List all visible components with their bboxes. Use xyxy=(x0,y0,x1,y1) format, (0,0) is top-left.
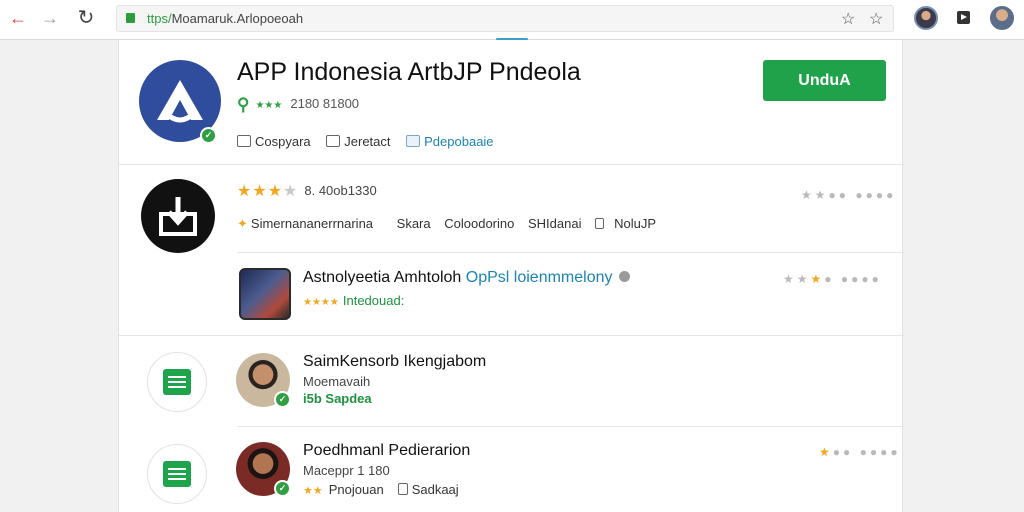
search-icon[interactable]: ⚲ xyxy=(237,95,249,114)
app-tags: Cospyara Jeretact Pdepobaaie xyxy=(237,134,506,149)
sheet-app-icon[interactable] xyxy=(147,352,207,412)
category-link[interactable]: NoluJP xyxy=(595,216,666,231)
install-button[interactable]: UnduA xyxy=(763,60,886,101)
rating-dots: ★●● ●●●● xyxy=(819,445,901,459)
address-bar[interactable]: ttps/Moamaruk.Arlopoeoah ☆ ☆ xyxy=(116,5,894,32)
tag-item[interactable]: Jeretact xyxy=(326,134,391,149)
reload-icon[interactable]: ↻ xyxy=(74,7,98,29)
app-listing-card: ✓ APP Indonesia ArtbJP Pndeola ⚲ ★★★ 2180 … xyxy=(118,40,904,512)
star-icon: ★★★ xyxy=(237,183,284,200)
lock-small-icon xyxy=(397,483,408,495)
download-glyph xyxy=(159,197,197,236)
browser-toolbar: ← → ↻ ttps/Moamaruk.Arlopoeoah ☆ ☆ xyxy=(0,0,1024,40)
row-title[interactable]: Astnolyeetia Amhtoloh OpPsl loienmmelony xyxy=(303,269,630,287)
arrow-right-icon[interactable]: → xyxy=(38,7,62,29)
app-meta-text: 2180 81800 xyxy=(290,96,360,111)
sheet-app-icon[interactable] xyxy=(147,444,207,504)
download-icon[interactable] xyxy=(141,179,215,253)
star-icon[interactable]: ☆ xyxy=(869,9,883,29)
rating-dots: ★★★● ●●●● xyxy=(783,272,882,286)
rating-dots: ★★●● ●●●● xyxy=(801,188,897,202)
star-icon: ★★ xyxy=(303,485,323,497)
tag-item[interactable]: Cospyara xyxy=(237,134,311,149)
verified-badge-icon: ✓ xyxy=(200,127,217,144)
doc-icon xyxy=(595,218,605,229)
divider xyxy=(119,164,904,165)
account-avatar-icon[interactable] xyxy=(990,6,1014,30)
row-green-text: i5b Sapdea xyxy=(303,391,372,406)
row-subtitle: Maceppr 1 180 xyxy=(303,463,390,478)
row-title[interactable]: Poedhmanl Pedierarion xyxy=(303,442,470,460)
app-title: APP Indonesia ArtbJP Pndeola xyxy=(237,58,581,86)
divider xyxy=(237,426,904,427)
url-text[interactable]: ttps/Moamaruk.Arlopoeoah xyxy=(147,11,303,26)
row-meta-b: Sadkaaj xyxy=(411,482,459,497)
category-label: Simernananerrnarina xyxy=(250,216,374,231)
chat-icon xyxy=(406,135,421,147)
tag-label: Pdepobaaie xyxy=(424,134,494,149)
row-title-link[interactable]: OpPsl loienmmelony xyxy=(466,269,613,286)
category-links: ✦ Simernananerrnarina Skara Coloodorino S… xyxy=(237,216,676,232)
divider xyxy=(237,252,904,253)
bullet-icon: ✦ xyxy=(237,216,248,231)
rating-row: ★★★★ 8. 40ob1330 xyxy=(237,181,377,201)
profile-avatar-icon[interactable] xyxy=(914,6,938,30)
category-link[interactable]: Coloodorino xyxy=(444,216,514,231)
row-meta-a: Pnojouan xyxy=(328,482,384,497)
rating-text: 8. 40ob1330 xyxy=(304,183,377,198)
category-link[interactable]: Skara xyxy=(397,216,431,231)
category-link[interactable]: ✦ Simernananerrnarina xyxy=(237,216,383,231)
verified-badge-icon: ✓ xyxy=(274,391,291,408)
app-thumbnail[interactable] xyxy=(239,268,291,320)
document-icon xyxy=(163,461,191,487)
app-logo-glyph xyxy=(157,80,203,123)
tag-label: Cospyara xyxy=(255,134,311,149)
row-meta: ★★ Pnojouan Sadkaaj xyxy=(303,482,459,497)
play-extension-icon[interactable] xyxy=(957,11,970,24)
info-icon[interactable] xyxy=(618,271,630,282)
rating-stars-icon: ★★★ xyxy=(255,100,283,111)
row-title-text: Astnolyeetia Amhtoloh xyxy=(303,269,462,286)
image-icon xyxy=(326,135,341,147)
tag-item[interactable]: Pdepobaaie xyxy=(406,134,494,149)
row-subtitle: Moemavaih xyxy=(303,374,371,389)
verified-badge-icon: ✓ xyxy=(274,480,291,497)
lock-icon xyxy=(126,13,135,23)
category-label: NoluJP xyxy=(614,216,657,231)
star-empty-icon: ★ xyxy=(283,183,299,200)
row-title[interactable]: SaimKensorb Ikengjabom xyxy=(303,353,486,371)
document-icon xyxy=(163,369,191,395)
category-link[interactable]: SHIdanai xyxy=(528,216,581,231)
url-host: Moamaruk.Arlopoeoah xyxy=(171,11,304,26)
star-icon: ★★★★ xyxy=(303,297,339,308)
row-subtitle-text: Intedouad: xyxy=(342,293,405,308)
divider xyxy=(119,335,904,336)
bookmark-outline-icon[interactable]: ☆ xyxy=(841,9,855,29)
tag-label: Jeretact xyxy=(344,134,391,149)
share-icon xyxy=(237,135,251,147)
row-subtitle: ★★★★ Intedouad: xyxy=(303,293,404,308)
arrow-left-icon[interactable]: ← xyxy=(6,7,30,29)
url-scheme: ttps/ xyxy=(147,11,172,26)
app-meta: ⚲ ★★★ 2180 81800 xyxy=(237,95,359,115)
